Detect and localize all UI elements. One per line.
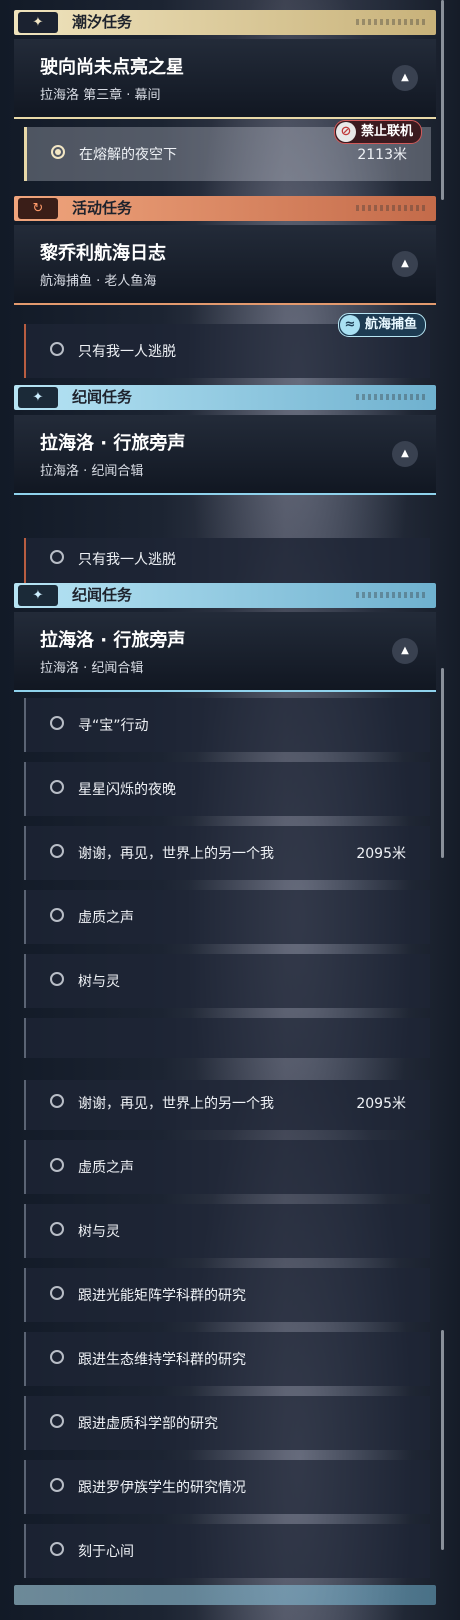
scrollbar[interactable] bbox=[441, 1330, 444, 1550]
quest-subtitle: 拉海洛 第三章 · 幕间 bbox=[40, 88, 161, 103]
quest-step[interactable]: 刻于心间 bbox=[24, 1524, 430, 1578]
category-label: 纪闻任务 bbox=[72, 388, 133, 406]
sparkle-icon: ✦ bbox=[18, 387, 58, 408]
step-label: 在熔解的夜空下 bbox=[79, 147, 177, 163]
category-header-partial[interactable] bbox=[14, 1585, 436, 1605]
radio-empty-icon bbox=[50, 1158, 64, 1172]
radio-empty-icon bbox=[50, 1542, 64, 1556]
quest-step[interactable]: 树与灵 bbox=[24, 1204, 430, 1258]
quest-subtitle: 拉海洛 · 纪闻合辑 bbox=[40, 661, 144, 676]
quest-subtitle: 航海捕鱼 · 老人鱼海 bbox=[40, 274, 157, 289]
quest-step[interactable]: 跟进光能矩阵学科群的研究 bbox=[24, 1268, 430, 1322]
step-label: 只有我一人逃脱 bbox=[78, 344, 176, 360]
quest-panel-top: ✦ 潮汐任务 驶向尚未点亮之星 拉海洛 第三章 · 幕间 ▲ 在熔解的夜空下 2… bbox=[0, 0, 460, 538]
quest-step[interactable]: 虚质之声 bbox=[24, 1140, 430, 1194]
quest-card-event[interactable]: 黎乔利航海日志 航海捕鱼 · 老人鱼海 ▲ bbox=[14, 225, 436, 305]
quest-step[interactable]: 虚质之声 bbox=[24, 890, 430, 944]
radio-empty-icon bbox=[50, 972, 64, 986]
radio-empty-icon bbox=[50, 342, 64, 356]
collapse-icon[interactable]: ▲ bbox=[392, 251, 418, 277]
scrollbar[interactable] bbox=[441, 668, 444, 858]
radio-empty-icon bbox=[50, 1094, 64, 1108]
quest-title: 黎乔利航海日志 bbox=[40, 243, 166, 264]
radio-empty-icon bbox=[50, 1478, 64, 1492]
category-label: 活动任务 bbox=[72, 199, 133, 217]
category-header-tide[interactable]: ✦ 潮汐任务 bbox=[14, 10, 436, 35]
step-label: 跟进罗伊族学生的研究情况 bbox=[78, 1480, 246, 1496]
quest-title: 拉海洛 · 行旅旁声 bbox=[40, 433, 186, 454]
step-label: 星星闪烁的夜晚 bbox=[78, 782, 176, 798]
step-label: 跟进虚质科学部的研究 bbox=[78, 1416, 218, 1432]
quest-panel-middle: 只有我一人逃脱 ✦ 纪闻任务 拉海洛 · 行旅旁声 拉海洛 · 纪闻合辑 ▲ 寻… bbox=[0, 538, 460, 1080]
quest-card-story[interactable]: 拉海洛 · 行旅旁声 拉海洛 · 纪闻合辑 ▲ bbox=[14, 612, 436, 692]
quest-step[interactable]: 跟进罗伊族学生的研究情况 bbox=[24, 1460, 430, 1514]
quest-step[interactable]: 谢谢，再见，世界上的另一个我 2095米 bbox=[24, 1080, 430, 1130]
header-decoration bbox=[356, 394, 426, 400]
radio-empty-icon bbox=[50, 1222, 64, 1236]
refresh-icon: ↻ bbox=[18, 198, 58, 219]
radio-empty-icon bbox=[50, 1286, 64, 1300]
radio-empty-icon bbox=[50, 844, 64, 858]
no-multiplayer-icon: ⊘ bbox=[336, 122, 356, 142]
radio-empty-icon bbox=[50, 1350, 64, 1364]
step-label: 树与灵 bbox=[78, 974, 120, 990]
step-label: 虚质之声 bbox=[78, 910, 134, 926]
quest-subtitle: 拉海洛 · 纪闻合辑 bbox=[40, 464, 144, 479]
radio-empty-icon bbox=[50, 908, 64, 922]
step-distance: 2095米 bbox=[356, 1096, 406, 1112]
radio-empty-icon bbox=[50, 550, 64, 564]
step-distance: 2095米 bbox=[356, 846, 406, 862]
quest-step[interactable]: 跟进虚质科学部的研究 bbox=[24, 1396, 430, 1450]
quest-step[interactable]: 星星闪烁的夜晚 bbox=[24, 762, 430, 816]
quest-card-main[interactable]: 驶向尚未点亮之星 拉海洛 第三章 · 幕间 ▲ bbox=[14, 39, 436, 119]
step-label: 谢谢，再见，世界上的另一个我 bbox=[78, 1096, 274, 1112]
quest-step[interactable]: 谢谢，再见，世界上的另一个我 2095米 bbox=[24, 826, 430, 880]
category-label: 潮汐任务 bbox=[72, 13, 133, 31]
co-op-forbidden-badge: ⊘ 禁止联机 bbox=[334, 120, 423, 144]
radio-selected-icon bbox=[51, 145, 65, 159]
header-decoration bbox=[356, 19, 426, 25]
step-distance: 2113米 bbox=[357, 147, 407, 163]
sparkle-icon: ✦ bbox=[18, 12, 58, 33]
quest-step[interactable]: 寻“宝”行动 bbox=[24, 698, 430, 752]
radio-empty-icon bbox=[50, 716, 64, 730]
quest-step-event[interactable]: 只有我一人逃脱 bbox=[24, 538, 430, 586]
fishing-badge: ≈ 航海捕鱼 bbox=[338, 313, 427, 337]
collapse-icon[interactable]: ▲ bbox=[392, 638, 418, 664]
category-header-story[interactable]: ✦ 纪闻任务 bbox=[14, 385, 436, 410]
step-label: 跟进光能矩阵学科群的研究 bbox=[78, 1288, 246, 1304]
header-decoration bbox=[356, 205, 426, 211]
step-label: 谢谢，再见，世界上的另一个我 bbox=[78, 846, 274, 862]
collapse-icon[interactable]: ▲ bbox=[392, 441, 418, 467]
fishing-icon: ≈ bbox=[340, 315, 360, 335]
category-header-story[interactable]: ✦ 纪闻任务 bbox=[14, 583, 436, 608]
scrollbar[interactable] bbox=[441, 0, 444, 200]
quest-panel-bottom: 谢谢，再见，世界上的另一个我 2095米 虚质之声 树与灵 跟进光能矩阵学科群的… bbox=[0, 1080, 460, 1620]
category-header-event[interactable]: ↻ 活动任务 bbox=[14, 196, 436, 221]
quest-step[interactable]: 跟进生态维持学科群的研究 bbox=[24, 1332, 430, 1386]
quest-title: 拉海洛 · 行旅旁声 bbox=[40, 630, 186, 651]
radio-empty-icon bbox=[50, 1414, 64, 1428]
quest-title: 驶向尚未点亮之星 bbox=[40, 57, 184, 78]
step-label: 寻“宝”行动 bbox=[78, 718, 149, 734]
quest-card-story[interactable]: 拉海洛 · 行旅旁声 拉海洛 · 纪闻合辑 ▲ bbox=[14, 415, 436, 495]
radio-empty-icon bbox=[50, 780, 64, 794]
step-label: 虚质之声 bbox=[78, 1160, 134, 1176]
header-decoration bbox=[356, 592, 426, 598]
collapse-icon[interactable]: ▲ bbox=[392, 65, 418, 91]
sparkle-icon: ✦ bbox=[18, 585, 58, 606]
step-label: 跟进生态维持学科群的研究 bbox=[78, 1352, 246, 1368]
quest-step-partial[interactable] bbox=[24, 1018, 430, 1058]
step-label: 刻于心间 bbox=[78, 1544, 134, 1560]
quest-step[interactable]: 树与灵 bbox=[24, 954, 430, 1008]
category-label: 纪闻任务 bbox=[72, 586, 133, 604]
step-label: 树与灵 bbox=[78, 1224, 120, 1240]
step-label: 只有我一人逃脱 bbox=[78, 552, 176, 568]
